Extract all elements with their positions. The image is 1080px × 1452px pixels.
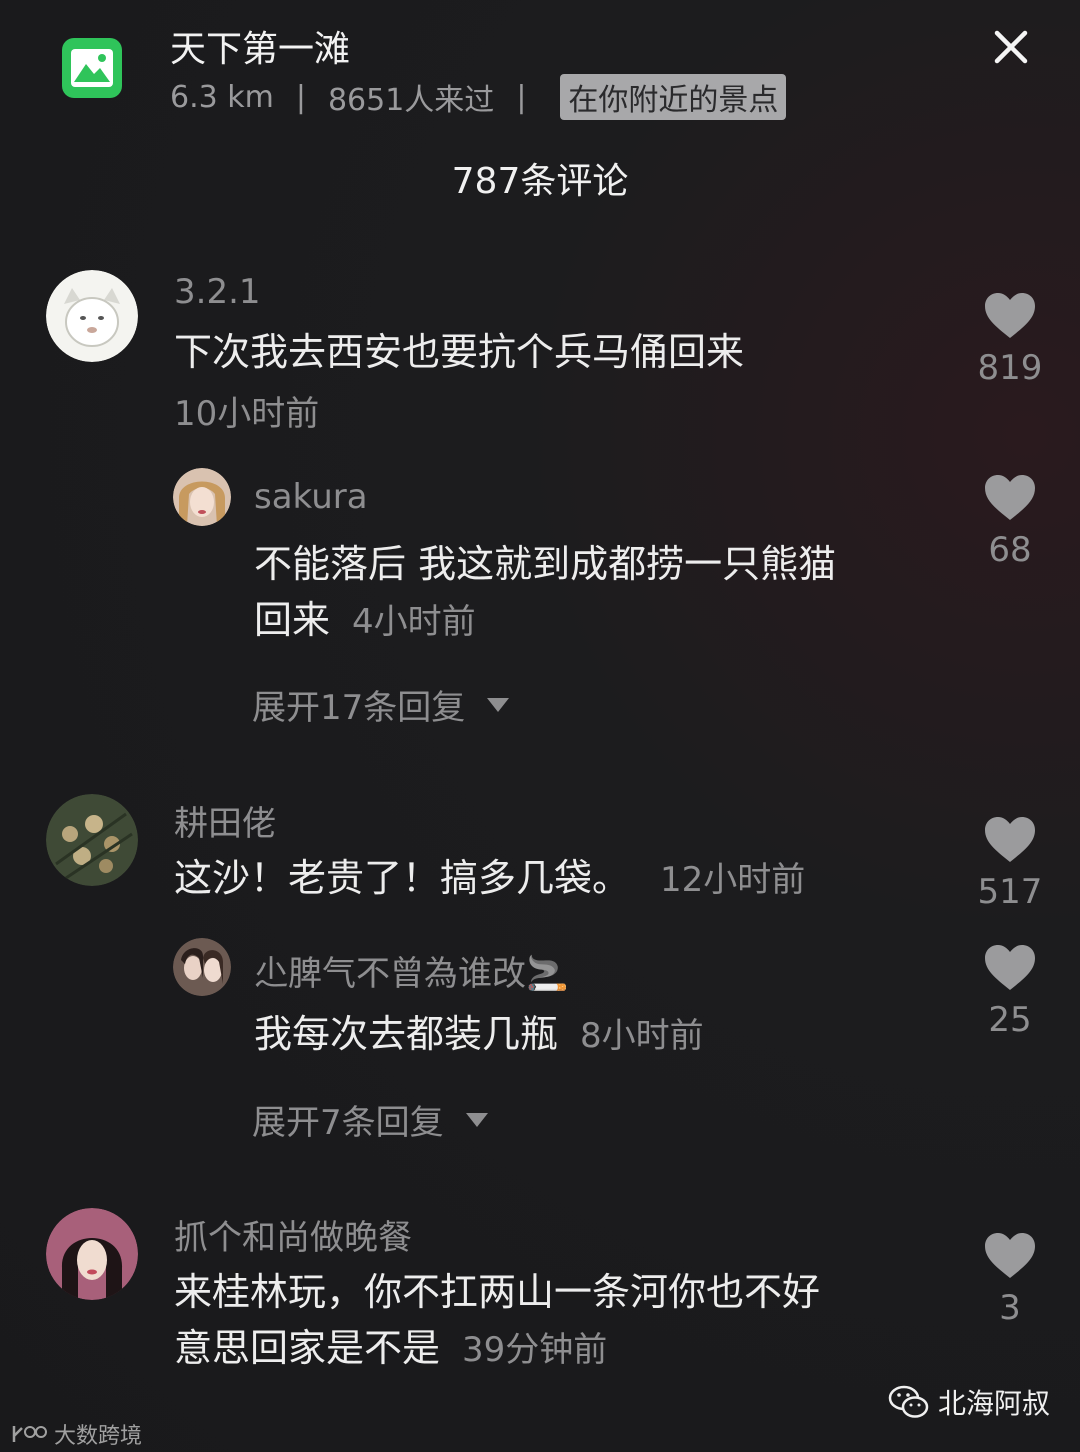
comment-count: 787条评论 [451, 161, 629, 202]
wechat-icon [888, 1385, 929, 1418]
like-count: 517 [977, 872, 1043, 912]
comment-time: 39分钟前 [462, 1330, 608, 1370]
expand-replies-button[interactable]: 展开17条回复 [252, 680, 510, 729]
reply-text-line: 回来 4小时前 [254, 592, 934, 650]
like-button[interactable]: 25 [970, 944, 1050, 1040]
comment-text-line: 来桂林玩，你不扛两山一条河你也不好 [174, 1270, 821, 1314]
comment-text-line: 意思回家是不是 39分钟前 [174, 1320, 934, 1378]
avatar[interactable] [46, 1208, 138, 1300]
brand-logo-icon [12, 1426, 47, 1442]
divider: | [295, 79, 306, 115]
reply-text: 我每次去都装几瓶 8小时前 [254, 1006, 704, 1064]
like-count: 68 [988, 530, 1032, 570]
like-button[interactable]: 68 [970, 474, 1050, 570]
reply-text-line: 不能落后 我这就到成都捞一只熊猫 [254, 542, 837, 586]
like-button[interactable]: 3 [970, 1232, 1050, 1328]
heart-icon [985, 293, 1035, 338]
reply-time: 4小时前 [352, 602, 476, 642]
comment-text: 下次我去西安也要抗个兵马俑回来 [174, 330, 745, 374]
avatar[interactable] [173, 468, 231, 526]
triangle-down-icon [487, 697, 510, 712]
reply-text-tail: 回来 [254, 598, 331, 642]
like-count: 3 [999, 1288, 1021, 1328]
watermark-text: 北海阿叔 [938, 1387, 1051, 1420]
expand-replies-button[interactable]: 展开7条回复 [252, 1095, 488, 1144]
comment-username[interactable]: 3.2.1 [174, 272, 261, 312]
reply-username[interactable]: 尐脾气不曾為谁改🚬 [254, 946, 568, 995]
heart-icon [985, 817, 1035, 862]
avatar[interactable] [46, 794, 138, 886]
expand-label: 展开7条回复 [252, 1103, 444, 1143]
visitor-count: 8651人来过 [327, 83, 495, 118]
reply-text-body: 我每次去都装几瓶 [254, 1012, 559, 1056]
avatar[interactable] [46, 270, 138, 362]
comment-text-tail: 意思回家是不是 [174, 1326, 441, 1370]
comment-username[interactable]: 抓个和尚做晚餐 [174, 1210, 412, 1259]
comment-text: 来桂林玩，你不扛两山一条河你也不好 意思回家是不是 39分钟前 [174, 1264, 934, 1378]
like-count: 25 [988, 1000, 1032, 1040]
divider: | [516, 79, 527, 115]
distance: 6.3 km [170, 79, 274, 115]
close-icon[interactable] [990, 26, 1032, 68]
avatar[interactable] [173, 938, 231, 996]
watermark-text: 大数跨境 [54, 1424, 143, 1449]
comment-username[interactable]: 耕田佬 [174, 796, 276, 845]
heart-icon [985, 475, 1035, 520]
reply-text: 不能落后 我这就到成都捞一只熊猫 回来 4小时前 [254, 536, 934, 650]
wechat-watermark: 北海阿叔 [888, 1382, 1050, 1422]
comment-time: 10小时前 [174, 394, 320, 434]
triangle-down-icon [465, 1112, 488, 1127]
like-count: 819 [977, 348, 1043, 388]
heart-icon [985, 945, 1035, 990]
like-button[interactable]: 819 [970, 292, 1050, 388]
comment-text-body: 这沙！老贵了！搞多几袋。 [174, 856, 631, 900]
app-image-icon [62, 38, 122, 98]
comment-time: 12小时前 [660, 860, 806, 900]
like-button[interactable]: 517 [970, 816, 1050, 912]
reply-username[interactable]: sakura [254, 477, 368, 517]
expand-label: 展开17条回复 [252, 688, 466, 728]
heart-icon [985, 1233, 1035, 1278]
nearby-badge[interactable]: 在你附近的景点 [560, 74, 787, 120]
brand-watermark: 大数跨境 [10, 1418, 142, 1450]
place-meta: 6.3 km | 8651人来过 | 在你附近的景点 [170, 74, 787, 120]
comment-text: 这沙！老贵了！搞多几袋。 12小时前 [174, 850, 805, 908]
place-title: 天下第一滩 [170, 29, 351, 70]
reply-time: 8小时前 [580, 1016, 704, 1056]
